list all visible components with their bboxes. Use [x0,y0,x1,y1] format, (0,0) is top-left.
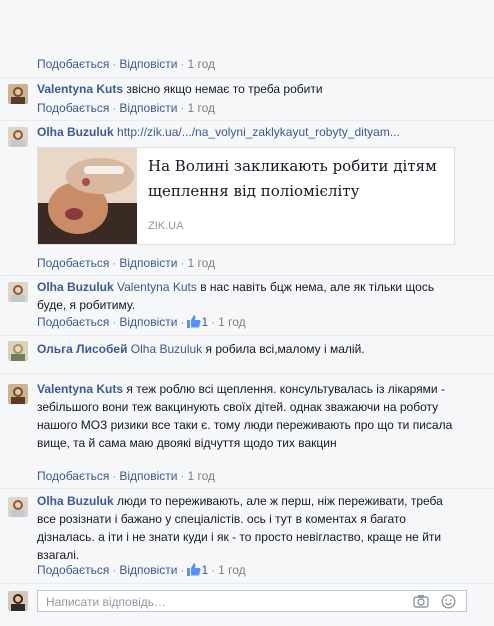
divider [0,77,494,78]
comment-author[interactable]: Valentyna Kuts [37,382,123,396]
avatar[interactable] [8,497,28,517]
timestamp[interactable]: 1 год [187,101,215,115]
comment-mention[interactable]: Valentyna Kuts [117,280,197,294]
comment-actions: Подобається · Відповісти · 1 · 1 год [37,563,246,579]
reply-link[interactable]: Відповісти [119,315,177,329]
like-link[interactable]: Подобається [37,315,109,329]
comment-text: звісно якщо немає то треба робити [126,82,323,96]
link-title[interactable]: На Волині закликають робити дітям щеплен… [148,154,448,204]
link-thumbnail[interactable] [38,148,137,244]
comment-link[interactable]: http://zik.ua/.../na_volyni_zaklykayut_r… [117,125,400,139]
reply-link[interactable]: Відповісти [119,57,177,71]
comment-actions: Подобається · Відповісти · 1 год [37,101,215,115]
like-icon [187,315,201,331]
timestamp[interactable]: 1 год [187,469,215,483]
divider [0,488,494,489]
comment: Ольга Лисобей Olha Buzuluk я робила всі,… [37,340,457,358]
reply-placeholder: Написати відповідь… [46,595,166,609]
divider [0,120,494,121]
divider [0,335,494,336]
timestamp[interactable]: 1 год [218,315,246,329]
like-link[interactable]: Подобається [37,57,109,71]
comment-author[interactable]: Ольга Лисобей [37,342,127,356]
avatar[interactable] [8,84,28,104]
avatar [8,591,28,611]
like-link[interactable]: Подобається [37,256,109,270]
top-bar [0,0,494,48]
comment-author[interactable]: Valentyna Kuts [37,82,123,96]
avatar[interactable] [8,384,28,404]
avatar[interactable] [8,282,28,302]
divider [0,275,494,276]
reply-link[interactable]: Відповісти [119,469,177,483]
divider [0,373,494,374]
comment: Valentyna Kuts звісно якщо немає то треб… [37,80,457,98]
like-count[interactable]: 1 [201,563,208,577]
avatar[interactable] [8,341,28,361]
smiley-icon[interactable] [441,594,456,612]
like-link[interactable]: Подобається [37,469,109,483]
comment: Olha Buzuluk http://zik.ua/.../na_volyni… [37,123,457,141]
link-source: ZIK.UA [148,220,184,232]
camera-icon[interactable] [413,594,429,611]
like-link[interactable]: Подобається [37,101,109,115]
like-count[interactable]: 1 [201,315,208,329]
reply-link[interactable]: Відповісти [119,256,177,270]
comment: Olha Buzuluk люди то переживають, але ж … [37,492,457,564]
divider [0,583,494,584]
like-icon [187,563,201,579]
reply-input[interactable]: Написати відповідь… [37,590,467,612]
comment-actions: Подобається · Відповісти · 1 год [37,256,215,270]
comment-author[interactable]: Olha Buzuluk [37,125,114,139]
comment-author[interactable]: Olha Buzuluk [37,280,114,294]
timestamp[interactable]: 1 год [187,256,215,270]
like-link[interactable]: Подобається [37,563,109,577]
reply-link[interactable]: Відповісти [119,101,177,115]
comment-actions: Подобається · Відповісти · 1 год [37,469,215,483]
comment-author[interactable]: Olha Buzuluk [37,494,114,508]
comment: Valentyna Kuts я теж роблю всі щеплення.… [37,380,457,452]
comment-mention[interactable]: Olha Buzuluk [131,342,202,356]
comment-text: я робила всі,малому і малій. [205,342,365,356]
comment-actions: Подобається · Відповісти · 1 год [37,57,215,71]
comment: Olha Buzuluk Valentyna Kuts в нас навіть… [37,278,457,314]
link-preview-card[interactable]: На Волині закликають робити дітям щеплен… [37,147,455,245]
timestamp[interactable]: 1 год [218,563,246,577]
reply-link[interactable]: Відповісти [119,563,177,577]
avatar[interactable] [8,127,28,147]
timestamp[interactable]: 1 год [187,57,215,71]
comment-actions: Подобається · Відповісти · 1 · 1 год [37,315,246,331]
